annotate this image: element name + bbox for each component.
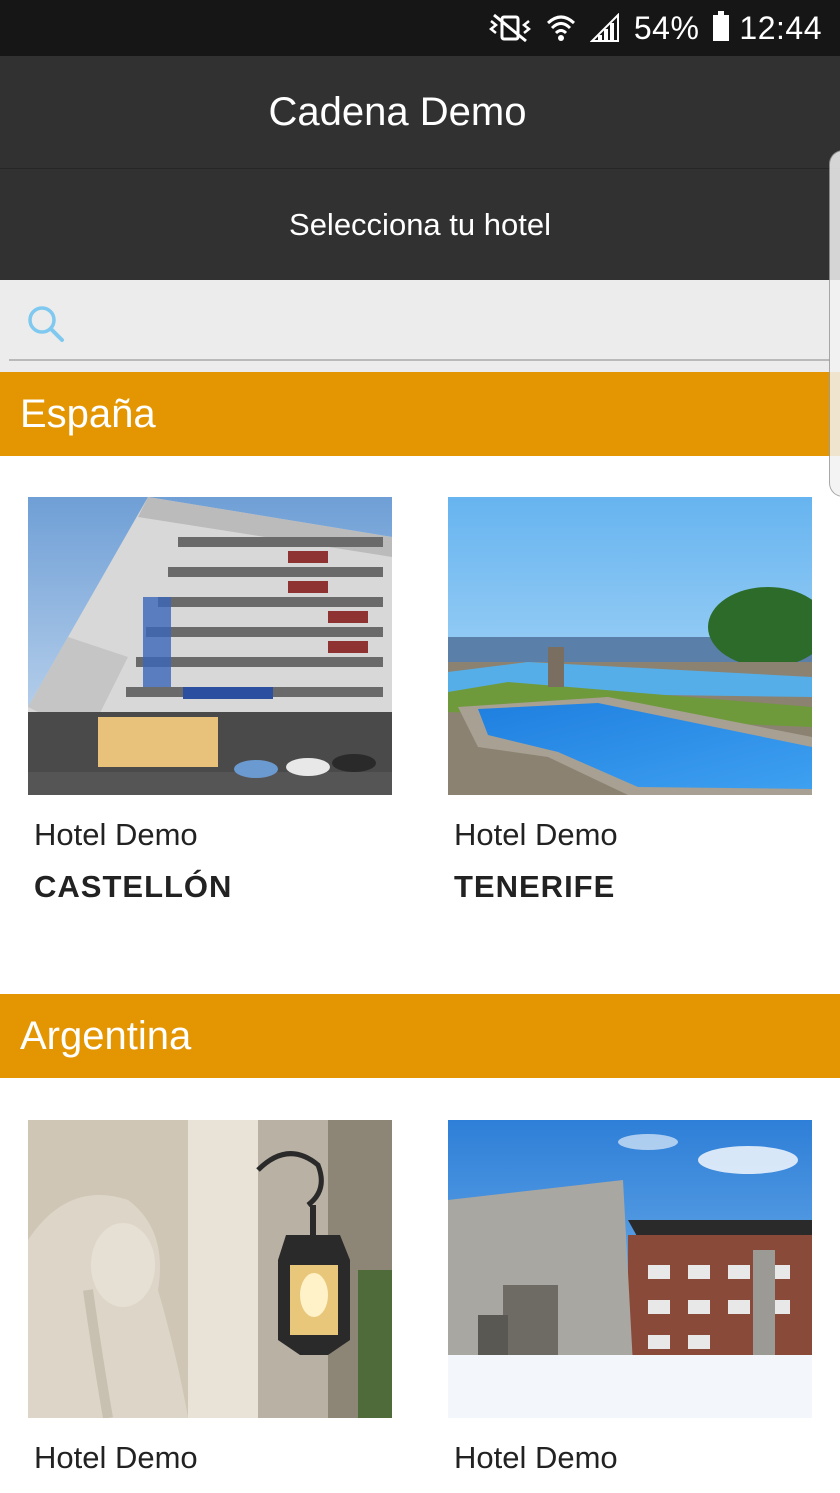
- section-title: España: [20, 391, 156, 436]
- hotel-card-argentina-1[interactable]: Hotel Demo: [28, 1120, 392, 1493]
- page-subtitle: Selecciona tu hotel: [0, 168, 840, 281]
- search-icon[interactable]: [26, 304, 66, 344]
- wifi-icon: [546, 15, 575, 41]
- section-header-argentina: Argentina: [0, 994, 840, 1078]
- drawer-handle[interactable]: [829, 150, 840, 497]
- hotel-name: Hotel Demo: [454, 817, 618, 852]
- search-input[interactable]: [80, 296, 804, 350]
- clock: 12:44: [739, 9, 822, 46]
- search-underline: [9, 359, 830, 361]
- hotel-card-castellon[interactable]: Hotel Demo CASTELLÓN: [28, 497, 392, 927]
- hotel-photo-tenerife: [448, 497, 812, 795]
- section-title: Argentina: [20, 1013, 192, 1058]
- app-bar: Cadena Demo: [0, 56, 840, 168]
- hotel-name: Hotel Demo: [34, 817, 198, 852]
- hotel-city: TENERIFE: [454, 869, 616, 904]
- status-bar: 54% 12:44: [0, 0, 840, 56]
- hotel-photo-statue: [28, 1120, 392, 1418]
- hotel-name: Hotel Demo: [454, 1440, 618, 1475]
- hotel-card-tenerife[interactable]: Hotel Demo TENERIFE: [448, 497, 812, 927]
- hotel-photo-snow: [448, 1120, 812, 1418]
- signal-icon: [589, 13, 619, 42]
- hotel-name: Hotel Demo: [34, 1440, 198, 1475]
- hotel-photo-castellon: [28, 497, 392, 795]
- app-title: Cadena Demo: [268, 89, 527, 134]
- status-icons: 54% 12:44: [488, 8, 822, 48]
- battery-icon: [713, 11, 730, 41]
- hotel-city: CASTELLÓN: [34, 869, 233, 904]
- section-header-espana: España: [0, 372, 840, 456]
- battery-percent: 54%: [633, 9, 700, 46]
- hotel-card-argentina-2[interactable]: Hotel Demo: [448, 1120, 812, 1493]
- mute-vibrate-icon: [488, 13, 531, 43]
